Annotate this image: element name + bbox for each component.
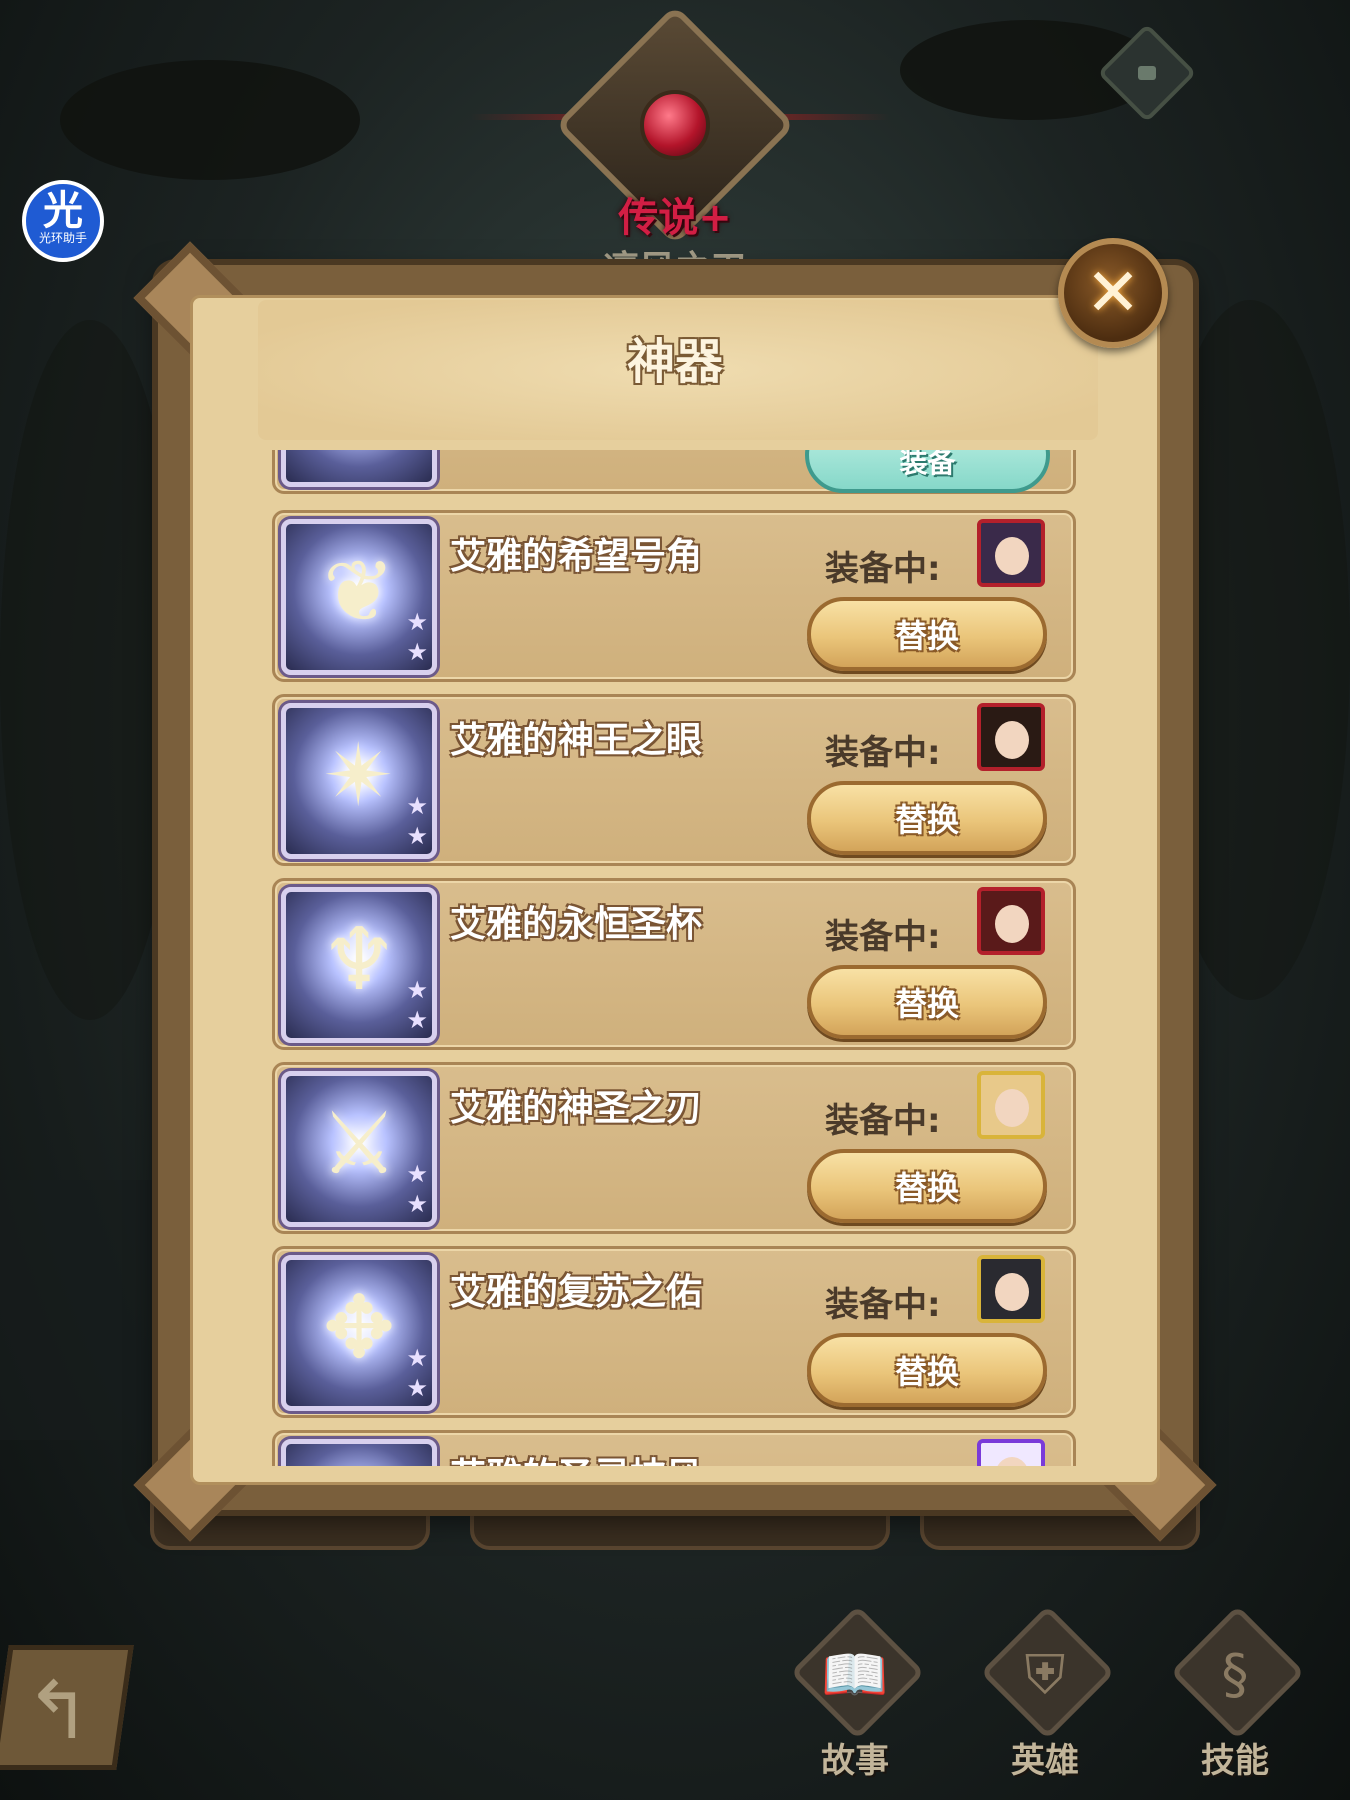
ruby-gem-icon: [640, 90, 710, 160]
rarity-label: 传说+: [618, 195, 732, 241]
back-arrow-icon: ↰: [24, 1664, 92, 1757]
app-watermark-logo: 光 光环助手: [22, 180, 104, 262]
eye-icon: ✴ ★ ★: [281, 703, 437, 859]
list-item[interactable]: ✴ ★ ★ 艾雅的神王之眼 装备中: 替换: [272, 694, 1076, 866]
hero-portrait-avatar[interactable]: [977, 1439, 1045, 1466]
replace-button-label: 替换: [894, 985, 959, 1023]
nav-skills[interactable]: § 技能: [1160, 1605, 1310, 1790]
equipped-label: 装备中:: [825, 1461, 941, 1466]
watermark-glyph: 光: [43, 188, 83, 234]
equipped-label: 装备中:: [825, 733, 941, 773]
nav-story-label: 故事: [821, 1741, 889, 1781]
star-icon: ★: [406, 976, 428, 1004]
star-icon: ★: [406, 1344, 428, 1372]
sword-icon: ⚔ ★ ★: [281, 1071, 437, 1227]
artifact-name: 艾雅的永恒圣杯: [450, 904, 703, 945]
hero-face: [995, 905, 1029, 943]
equip-button[interactable]: 装备: [805, 450, 1050, 493]
background-vine: [60, 60, 360, 180]
replace-button-label: 替换: [894, 1353, 959, 1391]
close-icon: ✕: [1085, 254, 1141, 331]
artifact-name: 艾雅的希望号角: [450, 536, 703, 577]
background-panel: [0, 1180, 170, 1440]
nav-story[interactable]: 📖 故事: [780, 1605, 930, 1790]
star-icon: ★: [406, 1160, 428, 1188]
star-icon: ★: [406, 792, 428, 820]
hero-face: [995, 537, 1029, 575]
artifact-name: 艾雅的复苏之佑: [450, 1272, 703, 1313]
replace-button[interactable]: 替换: [807, 781, 1047, 855]
hero-portrait-avatar[interactable]: [977, 887, 1045, 955]
nav-skills-label: 技能: [1201, 1741, 1269, 1781]
replace-button[interactable]: 替换: [807, 597, 1047, 671]
hero-portrait-avatar[interactable]: [977, 1255, 1045, 1323]
star-icon: ★: [406, 638, 428, 666]
book-icon: 📖: [821, 1643, 889, 1706]
replace-button-label: 替换: [894, 1169, 959, 1207]
watermark-text: 光环助手: [38, 231, 87, 245]
star-icon: ★: [406, 608, 428, 636]
back-button[interactable]: ↰: [0, 1645, 134, 1770]
star-icon: ★: [406, 822, 428, 850]
equipped-label: 装备中:: [825, 917, 941, 957]
artifact-icon: [281, 450, 437, 487]
list-item[interactable]: ✥ ★ ★ 艾雅的复苏之佑 装备中: 替换: [272, 1246, 1076, 1418]
amulet-icon: ✥ ★ ★: [281, 1255, 437, 1411]
artifact-name: 艾雅的神王之眼: [450, 720, 703, 761]
artifact-list[interactable]: 装备 ❦ ★ ★ 艾雅的希望号角 装备中: 替换 ✴ ★ ★ 艾雅的神王之眼 装…: [272, 450, 1080, 1466]
hero-face: [995, 1457, 1029, 1466]
close-button[interactable]: ✕: [1058, 238, 1168, 348]
equipped-label: 装备中:: [825, 1285, 941, 1325]
hero-portrait-avatar[interactable]: [977, 703, 1045, 771]
artifact-name: 艾雅的神圣之刃: [450, 1088, 703, 1129]
horn-icon: ❦ ★ ★: [281, 519, 437, 675]
nav-heroes-label: 英雄: [1011, 1741, 1079, 1781]
nav-heroes[interactable]: ⛨ 英雄: [970, 1605, 1120, 1790]
star-icon: ★: [406, 1374, 428, 1402]
skill-rune-icon: §: [1221, 1643, 1249, 1706]
hero-face: [995, 1273, 1029, 1311]
hero-face: [995, 1089, 1029, 1127]
star-icon: ★: [406, 1006, 428, 1034]
equipped-label: 装备中:: [825, 549, 941, 589]
artifact-name: 艾雅的圣灵披风: [450, 1447, 702, 1466]
list-item[interactable]: ⚔ ★ ★ 艾雅的神圣之刃 装备中: 替换: [272, 1062, 1076, 1234]
equip-button-label: 装备: [899, 450, 956, 479]
chalice-icon: ♆ ★ ★: [281, 887, 437, 1043]
replace-button-label: 替换: [894, 617, 959, 655]
replace-button[interactable]: 替换: [807, 1149, 1047, 1223]
list-item-partial: 装备: [272, 450, 1076, 494]
star-icon: ★: [406, 1190, 428, 1218]
artifact-glyph: ✧: [286, 1462, 432, 1466]
replace-button[interactable]: 替换: [807, 1333, 1047, 1407]
list-item[interactable]: ❦ ★ ★ 艾雅的希望号角 装备中: 替换: [272, 510, 1076, 682]
list-item[interactable]: ✧ ★ ★ 艾雅的圣灵披风 装备中: 替换: [272, 1430, 1076, 1466]
cloak-icon: ✧ ★ ★: [281, 1439, 437, 1466]
background-vine: [0, 320, 180, 1020]
hero-portrait-avatar[interactable]: [977, 1071, 1045, 1139]
replace-button-label: 替换: [894, 801, 959, 839]
hero-portrait-avatar[interactable]: [977, 519, 1045, 587]
equipped-label: 装备中:: [825, 1101, 941, 1141]
helmet-icon: ⛨: [1024, 1643, 1066, 1706]
replace-button[interactable]: 替换: [807, 965, 1047, 1039]
list-item[interactable]: ♆ ★ ★ 艾雅的永恒圣杯 装备中: 替换: [272, 878, 1076, 1050]
hero-face: [995, 721, 1029, 759]
